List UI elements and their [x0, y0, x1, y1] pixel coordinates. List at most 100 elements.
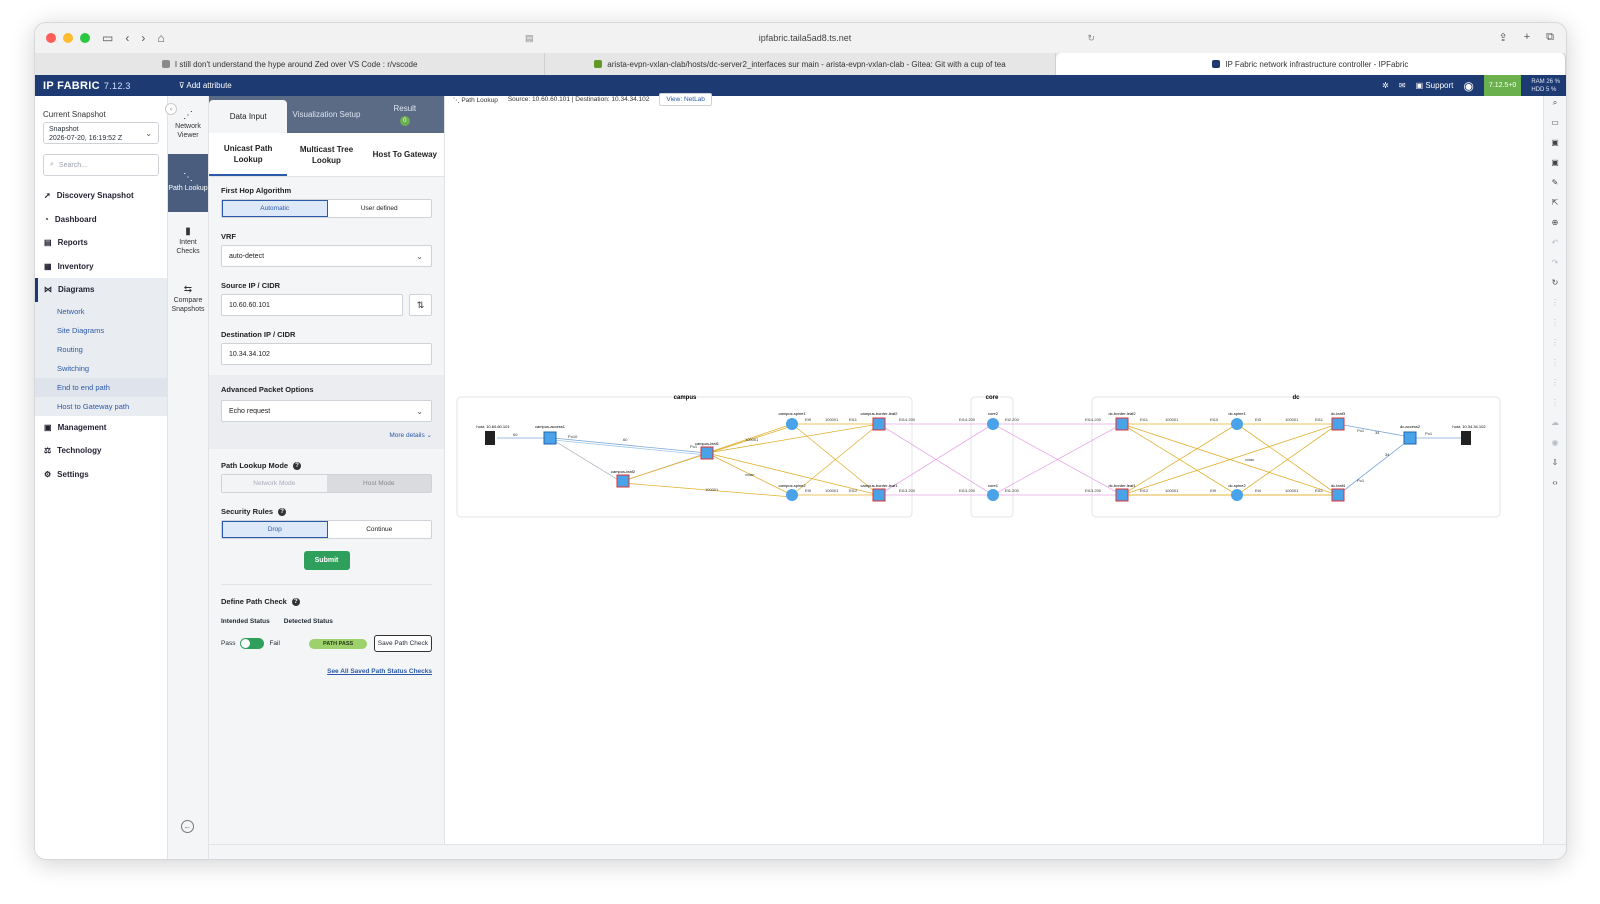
tab-overview-icon[interactable]: ⧉: [1546, 31, 1554, 44]
close-window-button[interactable]: [46, 33, 56, 43]
help-icon[interactable]: ?: [278, 507, 287, 516]
nav-sub-switching[interactable]: Switching: [35, 358, 167, 378]
download-icon[interactable]: ⇩: [1552, 458, 1559, 471]
submit-button[interactable]: Submit: [303, 551, 350, 570]
rail-compare-snapshots[interactable]: ⇆ Compare Snapshots: [168, 270, 208, 328]
reload-icon[interactable]: ↻: [1087, 33, 1095, 44]
new-tab-icon[interactable]: +: [1524, 31, 1530, 44]
tab-visualization-setup[interactable]: Visualization Setup: [287, 96, 365, 133]
mail-icon[interactable]: ✉: [1399, 81, 1406, 90]
help-icon[interactable]: ?: [293, 461, 302, 470]
nav-sub-end-to-end-path[interactable]: End to end path: [35, 377, 167, 397]
layout-icon[interactable]: ⋮: [1551, 298, 1559, 311]
intended-status-toggle[interactable]: [240, 638, 265, 649]
network-mode-option[interactable]: Network Mode: [222, 475, 327, 492]
first-hop-user-defined[interactable]: User defined: [328, 200, 432, 217]
nav-discovery-snapshot[interactable]: ➚ Discovery Snapshot: [35, 184, 167, 208]
support-button[interactable]: ▣ Support: [1416, 81, 1454, 90]
layout-icon[interactable]: ⋮: [1551, 358, 1559, 371]
tab-data-input[interactable]: Data Input: [209, 100, 288, 133]
home-icon[interactable]: ⌂: [157, 31, 164, 45]
node-dc-spine1[interactable]: dc-spine1: [1228, 411, 1246, 430]
app-logo[interactable]: IP FABRIC 7.12.3: [43, 80, 131, 92]
node-dc-leaf4[interactable]: dc-leaf4: [1331, 483, 1346, 502]
sidebar-toggle-icon[interactable]: ▭: [102, 31, 113, 45]
eye-icon[interactable]: ◉: [1552, 438, 1559, 451]
nav-dashboard[interactable]: ◔ Dashboard: [35, 208, 167, 232]
code-icon[interactable]: ‹›: [1552, 478, 1557, 491]
nav-sub-routing[interactable]: Routing: [35, 339, 167, 359]
node-host-dst[interactable]: host: 10.34.34.102: [1452, 424, 1486, 445]
folder-icon[interactable]: ▭: [1551, 118, 1559, 131]
help-icon[interactable]: ?: [291, 597, 300, 606]
save-as-icon[interactable]: ▣: [1551, 158, 1559, 171]
node-dc-leaf3[interactable]: dc-leaf3: [1331, 411, 1346, 431]
security-continue-option[interactable]: Continue: [328, 521, 432, 538]
subtab-host-to-gateway[interactable]: Host To Gateway: [366, 133, 444, 176]
refresh-icon[interactable]: ↻: [1552, 278, 1559, 291]
nav-technology[interactable]: ⚖ Technology: [35, 439, 167, 463]
node-dc-spine2[interactable]: dc-spine2: [1228, 483, 1246, 501]
destination-ip-field[interactable]: 10.34.34.102: [221, 343, 432, 365]
nav-sub-site-diagrams[interactable]: Site Diagrams: [35, 320, 167, 340]
edit-icon[interactable]: ✎: [1552, 178, 1559, 191]
rail-intent-checks[interactable]: ▮ Intent Checks: [168, 212, 208, 270]
nav-reports[interactable]: ▤ Reports: [35, 231, 167, 255]
search-icon[interactable]: ⌕: [1553, 98, 1557, 111]
node-host-src[interactable]: host: 10.60.60.101: [476, 424, 510, 445]
nav-management[interactable]: ▣ Management: [35, 416, 167, 440]
forward-icon[interactable]: ›: [141, 31, 145, 45]
layout-icon[interactable]: ⋮: [1551, 378, 1559, 391]
first-hop-automatic[interactable]: Automatic: [222, 200, 328, 217]
node-core1[interactable]: core1: [987, 483, 999, 501]
save-path-check-button[interactable]: Save Path Check: [373, 635, 432, 652]
node-campus-border-leaf2[interactable]: campus-border-leaf2: [861, 411, 899, 431]
vrf-select[interactable]: auto-detect ⌄: [221, 245, 432, 267]
more-details-link[interactable]: More details ⌄: [221, 431, 432, 439]
minimize-window-button[interactable]: [63, 33, 73, 43]
fit-view-icon[interactable]: ⊕: [1552, 218, 1559, 231]
save-icon[interactable]: ▣: [1551, 138, 1559, 151]
back-circle-icon[interactable]: ←: [181, 820, 194, 833]
maximize-window-button[interactable]: [80, 33, 90, 43]
export-icon[interactable]: ⇱: [1552, 198, 1559, 211]
node-dc-access2[interactable]: dc-access2: [1400, 424, 1421, 445]
security-drop-option[interactable]: Drop: [222, 521, 328, 538]
nav-sub-host-to-gateway[interactable]: Host to Gateway path: [35, 396, 167, 416]
tab-result[interactable]: Result 0: [366, 96, 444, 133]
layout-icon[interactable]: ⋮: [1551, 318, 1559, 331]
user-avatar-icon[interactable]: ◉: [1463, 79, 1473, 93]
source-ip-field[interactable]: 10.60.60.101: [221, 294, 403, 316]
host-mode-option[interactable]: Host Mode: [326, 475, 431, 492]
rail-path-lookup[interactable]: ⋱ Path Lookup: [168, 154, 208, 212]
cloud-icon[interactable]: ☁: [1551, 418, 1559, 431]
tools-icon[interactable]: ✲: [1382, 81, 1389, 90]
nav-sub-network[interactable]: Network: [35, 301, 167, 321]
subtab-multicast[interactable]: Multicast Tree Lookup: [287, 133, 365, 176]
nav-inventory[interactable]: ▦ Inventory: [35, 255, 167, 279]
node-core2[interactable]: core2: [987, 411, 999, 430]
collapse-sidebar-icon[interactable]: ‹: [165, 103, 177, 115]
node-campus-spine2[interactable]: campus-spine2: [778, 483, 806, 501]
layout-icon[interactable]: ⋮: [1551, 338, 1559, 351]
undo-icon[interactable]: ↶: [1552, 238, 1559, 251]
layout-icon[interactable]: ⋮: [1551, 398, 1559, 411]
diagram-canvas[interactable]: ⋱ Path Lookup Source: 10.60.60.101 | Des…: [445, 93, 1543, 844]
nav-label: Technology: [57, 446, 102, 456]
subtab-unicast[interactable]: Unicast Path Lookup: [209, 133, 288, 176]
redo-icon[interactable]: ↷: [1552, 258, 1559, 271]
browser-tab-active[interactable]: IP Fabric network infrastructure control…: [1055, 53, 1566, 75]
add-attribute-button[interactable]: ⊽ Add attribute: [179, 81, 232, 90]
nav-diagrams[interactable]: ⋈ Diagrams: [35, 278, 167, 302]
search-input[interactable]: ⌕ Search...: [43, 154, 159, 176]
swap-icon[interactable]: ⇅: [409, 294, 432, 316]
share-icon[interactable]: ⇪: [1498, 31, 1507, 44]
back-icon[interactable]: ‹: [125, 31, 129, 45]
see-all-checks-link[interactable]: See All Saved Path Status Checks: [221, 668, 432, 675]
browser-tab[interactable]: I still don't understand the hype around…: [35, 53, 546, 75]
packet-type-select[interactable]: Echo request ⌄: [221, 400, 432, 422]
snapshot-select[interactable]: Snapshot 2026-07-20, 16:19:52 Z ⌄: [43, 122, 159, 144]
address-bar[interactable]: ▤ ipfabric.taila5ad8.ts.net ↻: [495, 28, 1115, 48]
nav-settings[interactable]: ⚙ Settings: [35, 463, 167, 487]
browser-tab[interactable]: arista-evpn-vxlan-clab/hosts/dc-server2_…: [545, 53, 1056, 75]
